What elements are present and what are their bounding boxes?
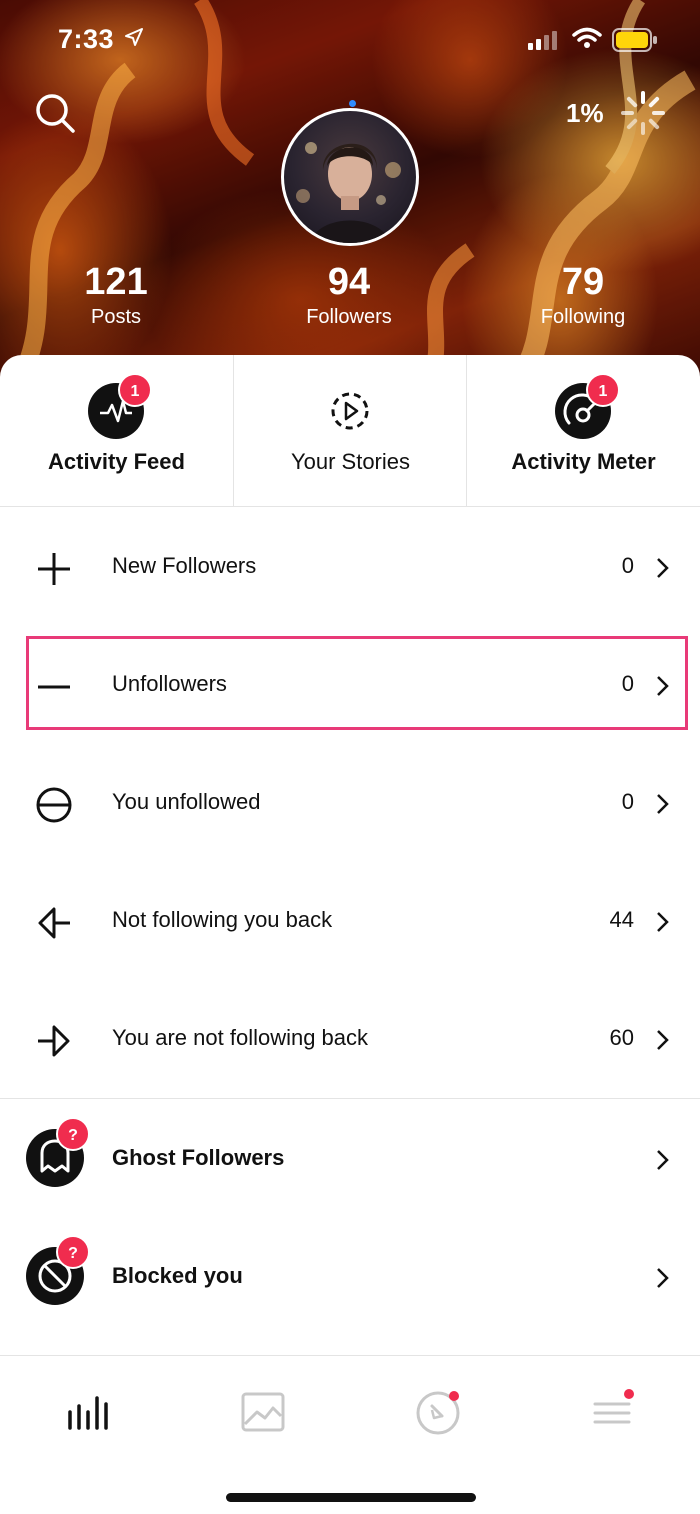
tab-media[interactable] (233, 1382, 293, 1442)
tab-stats[interactable] (58, 1382, 118, 1442)
list-item-not-following-you-back[interactable]: Not following you back 44 (0, 861, 700, 979)
you-are-not-following-back-count: 60 (609, 1025, 634, 1050)
unfollowers-highlight-box (26, 636, 688, 730)
posts-label: Posts (90, 306, 142, 328)
chevron-right-icon (657, 558, 669, 578)
blocked-you-label: Blocked you (112, 1263, 243, 1288)
plus-icon (38, 553, 70, 585)
loading-spinner-icon (621, 91, 665, 135)
profile-header: 7:33 1% 121 Posts 94 Followers 79 Follow… (0, 0, 700, 380)
signal-icon (528, 31, 557, 50)
search-button[interactable] (32, 90, 78, 136)
location-arrow-icon (125, 28, 143, 46)
battery-icon (612, 28, 657, 52)
menu-icon (593, 1389, 634, 1424)
tab-explore[interactable] (408, 1382, 468, 1442)
ghost-followers-badge: ? (56, 1117, 90, 1151)
circle-minus-icon (36, 787, 72, 823)
following-count: 79 (561, 261, 605, 303)
compass-icon (416, 1391, 460, 1435)
posts-count: 121 (84, 261, 148, 303)
image-icon (241, 1392, 285, 1432)
status-bar: 7:33 (0, 0, 700, 80)
new-followers-count: 0 (621, 553, 634, 578)
bottom-tab-bar (0, 1355, 700, 1514)
list-item-you-are-not-following-back[interactable]: You are not following back 60 (0, 979, 700, 1097)
ghost-followers-label: Ghost Followers (112, 1145, 285, 1170)
not-following-you-back-count: 44 (609, 907, 634, 932)
arrow-left-icon (38, 907, 70, 939)
stats-bars-icon (68, 1396, 108, 1430)
you-unfollowed-count: 0 (621, 789, 634, 814)
list-item-you-unfollowed[interactable]: You unfollowed 0 (0, 743, 700, 861)
posts-stat[interactable]: 121 Posts (6, 262, 226, 332)
new-followers-label: New Followers (112, 553, 257, 578)
following-stat[interactable]: 79 Following (473, 262, 693, 332)
chevron-right-icon (657, 1030, 669, 1050)
chevron-right-icon (657, 794, 669, 814)
search-icon (36, 94, 75, 133)
followers-count: 94 (327, 261, 371, 303)
home-indicator (226, 1493, 476, 1502)
list-item-new-followers[interactable]: New Followers 0 (0, 507, 700, 625)
following-label: Following (540, 306, 626, 328)
your-stories-label: Your Stories (290, 449, 411, 474)
profile-avatar[interactable] (281, 108, 419, 246)
wifi-icon (572, 27, 602, 48)
activity-feed-button[interactable]: 1 Activity Feed (0, 355, 233, 507)
chevron-right-icon (657, 1150, 669, 1170)
you-are-not-following-back-label: You are not following back (112, 1025, 369, 1050)
chevron-right-icon (657, 1268, 669, 1288)
activity-meter-badge: 1 (586, 373, 620, 407)
tab-menu[interactable] (583, 1382, 643, 1442)
not-following-you-back-label: Not following you back (112, 907, 333, 932)
arrow-right-icon (38, 1025, 70, 1057)
activity-feed-badge: 1 (118, 373, 152, 407)
blocked-you-badge: ? (56, 1235, 90, 1269)
avatar-portrait (296, 142, 401, 243)
you-unfollowed-label: You unfollowed (112, 789, 261, 814)
quick-actions: 1 Activity Feed Your Stories 1 Activity … (0, 355, 700, 507)
followers-stat[interactable]: 94 Followers (239, 262, 459, 332)
activity-meter-label: Activity Meter (511, 449, 656, 474)
story-play-icon (331, 392, 369, 430)
your-stories-button[interactable]: Your Stories (233, 355, 466, 507)
list-item-ghost-followers[interactable]: ? Ghost Followers (0, 1099, 700, 1217)
refresh-progress: 1% (566, 98, 604, 128)
chevron-right-icon (657, 912, 669, 932)
followers-label: Followers (306, 306, 392, 328)
activity-meter-button[interactable]: 1 Activity Meter (466, 355, 699, 507)
list-item-blocked-you[interactable]: ? Blocked you (0, 1217, 700, 1335)
activity-feed-label: Activity Feed (48, 449, 185, 474)
main-card: 1 Activity Feed Your Stories 1 Activity … (0, 355, 700, 1514)
profile-stats: 121 Posts 94 Followers 79 Following (0, 262, 700, 342)
status-time: 7:33 (58, 24, 115, 54)
story-indicator-dot (349, 100, 356, 107)
avatar-image (281, 108, 419, 246)
